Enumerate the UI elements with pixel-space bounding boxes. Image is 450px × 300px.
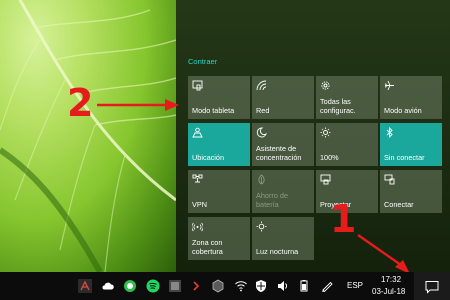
security-shield-icon[interactable] [254, 278, 268, 292]
brightness-icon [320, 127, 331, 138]
tile-label: Asistente de concentración [256, 144, 302, 162]
tile-mobile-hotspot[interactable]: Zona con cobertura [188, 217, 250, 260]
wifi-icon[interactable] [234, 278, 248, 292]
language-indicator[interactable]: ESP [347, 281, 363, 290]
airplane-icon [384, 80, 395, 91]
annotation-arrow-2 [97, 99, 179, 111]
clock-time[interactable]: 17:32 [381, 275, 401, 284]
tile-label: Luz nocturna [256, 246, 299, 256]
tile-location[interactable]: Ubicación [188, 123, 250, 166]
volume-icon[interactable] [276, 278, 290, 292]
tile-battery-saver[interactable]: Ahorro de batería [252, 170, 314, 213]
clock-date[interactable]: 03-Jul-18 [372, 287, 405, 296]
vpn-icon [192, 174, 203, 185]
tile-label: Modo tableta [192, 105, 235, 115]
night-light-icon [256, 221, 267, 232]
bluetooth-icon [384, 126, 395, 139]
tile-brightness[interactable]: 100% [316, 123, 378, 166]
tile-night-light[interactable]: Luz nocturna [252, 217, 314, 260]
tile-label: Modo avión [384, 105, 422, 115]
cube-app-icon[interactable] [211, 278, 225, 293]
hotspot-icon [191, 221, 204, 232]
tile-label: 100% [320, 152, 339, 162]
battery-icon[interactable] [297, 278, 311, 292]
cloud-icon[interactable] [101, 278, 115, 292]
project-icon [320, 174, 331, 185]
pen-icon[interactable] [320, 278, 334, 293]
tile-label: Sin conectar [384, 152, 425, 162]
moon-icon [256, 127, 267, 138]
tablet-mode-icon [192, 80, 203, 91]
annotation-number-1: 1 [330, 197, 357, 241]
app-square-icon[interactable] [168, 278, 182, 292]
tile-focus-assist[interactable]: Asistente de concentración [252, 123, 314, 166]
notification-icon [425, 279, 439, 298]
pdf-app-icon[interactable] [78, 278, 92, 293]
taskbar: ESP 17:32 03-Jul-18 [0, 272, 450, 300]
tile-connect[interactable]: Conectar [380, 170, 442, 213]
tile-label: Ubicación [192, 152, 225, 162]
notifications-button[interactable] [414, 272, 450, 300]
battery-saver-icon [256, 174, 267, 185]
connect-icon [384, 174, 395, 185]
tile-all-settings[interactable]: Todas las configurac. [316, 76, 378, 119]
spotify-icon[interactable] [146, 278, 160, 293]
tile-tablet-mode[interactable]: Modo tableta [188, 76, 250, 119]
tile-label: Todas las configurac. [320, 97, 356, 115]
network-icon [256, 80, 267, 91]
settings-icon [320, 80, 331, 91]
tile-vpn[interactable]: VPN [188, 170, 250, 213]
collapse-link[interactable]: Contraer [188, 57, 217, 66]
location-icon [192, 127, 203, 138]
tile-label: Ahorro de batería [256, 191, 289, 209]
chat-app-icon[interactable] [123, 278, 137, 292]
tile-label: Zona con cobertura [192, 238, 223, 256]
tile-label: Red [256, 105, 270, 115]
chevron-icon[interactable] [189, 278, 203, 292]
tile-label: VPN [192, 199, 208, 209]
desktop-wallpaper [0, 0, 176, 272]
tile-network[interactable]: Red [252, 76, 314, 119]
tile-airplane-mode[interactable]: Modo avión [380, 76, 442, 119]
annotation-arrow-1 [357, 234, 410, 274]
tile-label: Conectar [384, 199, 414, 209]
annotation-number-2: 2 [67, 81, 94, 125]
tile-bluetooth[interactable]: Sin conectar [380, 123, 442, 166]
